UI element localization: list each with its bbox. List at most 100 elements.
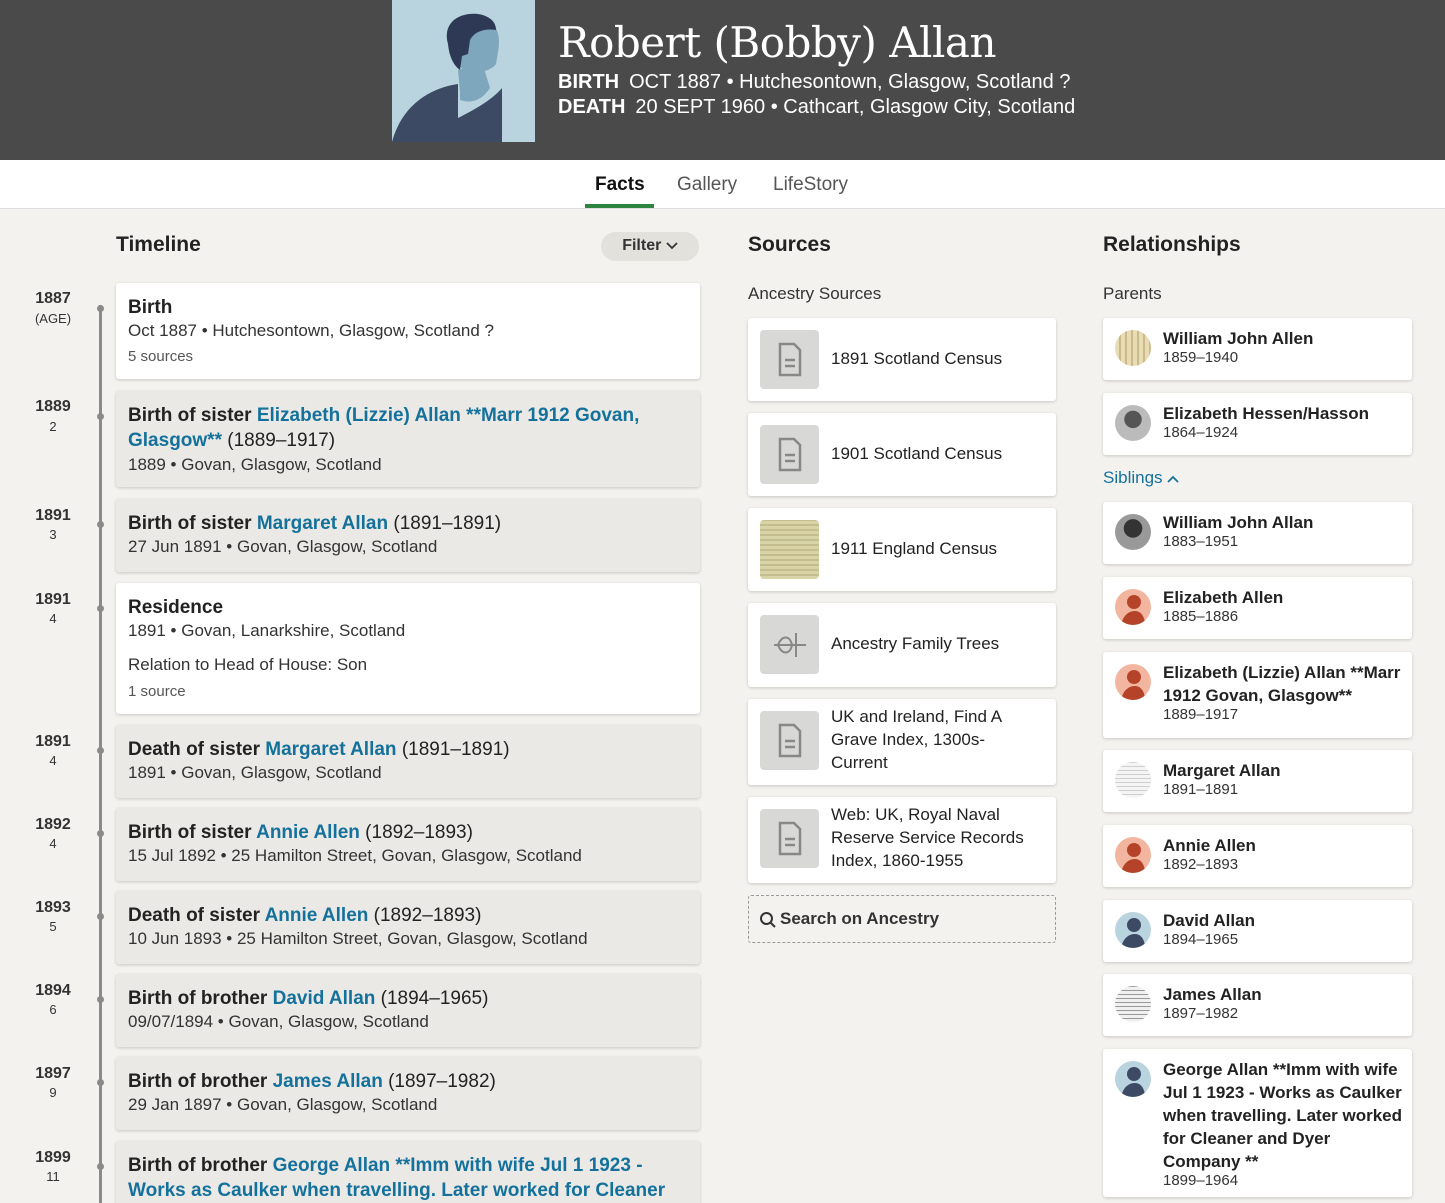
timeline-dot <box>97 1163 104 1170</box>
event-detail: 10 Jun 1893 • 25 Hamilton Street, Govan,… <box>128 929 588 948</box>
document-icon <box>760 809 819 868</box>
event-age: 5 <box>49 919 57 934</box>
relative-lifespan: (1889–1917) <box>221 430 336 451</box>
source-title: 1901 Scotland Census <box>831 444 1003 463</box>
timeline-dot <box>97 413 104 420</box>
source-card[interactable]: 1891 Scotland Census <box>748 318 1056 401</box>
relative-lifespan: (1891–1891) <box>388 513 502 534</box>
relative-dates: 1883–1951 <box>1163 533 1239 550</box>
event-type: Residence <box>128 597 224 618</box>
relative-card[interactable]: Elizabeth Hessen/Hasson 1864–1924 <box>1103 393 1412 455</box>
event-title: Birth of sister Margaret Allan (1891–189… <box>128 511 501 536</box>
relative-card[interactable]: George Allan **Imm with wife Jul 1 1923 … <box>1103 1049 1412 1197</box>
timeline-dot <box>97 521 104 528</box>
timeline-dot <box>97 996 104 1003</box>
relative-dates: 1859–1940 <box>1163 349 1239 366</box>
profile-portrait-avatar[interactable] <box>392 0 535 142</box>
event-detail: 15 Jul 1892 • 25 Hamilton Street, Govan,… <box>128 846 582 865</box>
relative-card[interactable]: Margaret Allan 1891–1891 <box>1103 750 1412 812</box>
profile-tabs: Facts Gallery LifeStory <box>0 160 1445 209</box>
event-title: Birth of brother David Allan (1894–1965) <box>128 986 488 1011</box>
relative-name: William John Allen <box>1163 329 1314 348</box>
event-year: 1899 <box>35 1149 71 1166</box>
death-value: 20 SEPT 1960 • Cathcart, Glasgow City, S… <box>635 96 1076 118</box>
event-source-count[interactable]: 1 source <box>128 683 186 700</box>
tab-lifestory[interactable]: LifeStory <box>773 174 848 196</box>
event-title: Death of sister Annie Allen (1892–1893) <box>128 903 481 928</box>
event-source-count[interactable]: 5 sources <box>128 348 193 365</box>
timeline-event-card[interactable]: Residence 1891 • Govan, Lanarkshire, Sco… <box>116 583 700 714</box>
relative-dates: 1897–1982 <box>1163 1005 1239 1022</box>
relative-lifespan: (1892–1893) <box>359 822 473 843</box>
relative-card[interactable]: Elizabeth (Lizzie) Allan **Marr 1912 Gov… <box>1103 652 1412 738</box>
event-age: 9 <box>49 1085 57 1100</box>
timeline-event-card[interactable]: Birth of sister Margaret Allan (1891–189… <box>116 499 700 572</box>
relative-link[interactable]: Annie Allen <box>256 822 360 843</box>
relative-lifespan: (1891–1891) <box>396 739 510 760</box>
source-card[interactable]: Web: UK, Royal Naval Reserve Service Rec… <box>748 797 1056 883</box>
timeline-event-card[interactable]: Birth of brother David Allan (1894–1965)… <box>116 974 700 1047</box>
relative-link[interactable]: Margaret Allan <box>265 739 396 760</box>
photo-document-avatar <box>1115 762 1151 798</box>
relative-card[interactable]: James Allan 1897–1982 <box>1103 974 1412 1036</box>
male-silhouette-icon <box>392 0 535 142</box>
chevron-down-icon <box>666 242 678 250</box>
event-type: Birth of sister <box>128 822 257 843</box>
leaf-icon <box>760 615 819 674</box>
tab-facts[interactable]: Facts <box>595 174 645 196</box>
event-detail: 1891 • Govan, Lanarkshire, Scotland <box>128 621 406 640</box>
relative-link[interactable]: David Allan <box>273 988 376 1009</box>
relative-card[interactable]: Elizabeth Allen 1885–1886 <box>1103 577 1412 639</box>
timeline-event-card[interactable]: Birth Oct 1887 • Hutchesontown, Glasgow,… <box>116 283 700 379</box>
source-title: Web: UK, Royal Naval Reserve Service Rec… <box>831 805 1024 870</box>
relative-card[interactable]: William John Allen 1859–1940 <box>1103 318 1412 380</box>
male-silhouette-avatar <box>1115 1061 1151 1097</box>
event-age: 3 <box>49 527 57 542</box>
relative-dates: 1889–1917 <box>1163 706 1239 723</box>
timeline-line <box>99 305 102 1203</box>
event-type: Birth of sister <box>128 513 257 534</box>
timeline-event-card[interactable]: Birth of sister Elizabeth (Lizzie) Allan… <box>116 391 700 487</box>
female-silhouette-avatar <box>1115 589 1151 625</box>
timeline-event-card[interactable]: Death of sister Margaret Allan (1891–189… <box>116 725 700 798</box>
event-detail: 27 Jun 1891 • Govan, Glasgow, Scotland <box>128 537 438 556</box>
relative-card[interactable]: William John Allan 1883–1951 <box>1103 502 1412 564</box>
tab-gallery[interactable]: Gallery <box>677 174 737 196</box>
relative-name: William John Allan <box>1163 513 1314 532</box>
timeline-event-card[interactable]: Birth of sister Annie Allen (1892–1893) … <box>116 808 700 881</box>
relative-lifespan: (1897–1982) <box>382 1071 496 1092</box>
relative-link[interactable]: James Allan <box>273 1071 383 1092</box>
relative-lifespan: (1892–1893) <box>368 905 482 926</box>
source-card[interactable]: Ancestry Family Trees <box>748 603 1056 687</box>
event-detail: 09/07/1894 • Govan, Glasgow, Scotland <box>128 1012 429 1031</box>
event-detail: 1889 • Govan, Glasgow, Scotland <box>128 455 382 474</box>
event-year: 1889 <box>35 398 71 415</box>
timeline-dot <box>97 1079 104 1086</box>
male-silhouette-avatar <box>1115 912 1151 948</box>
search-on-ancestry-button[interactable]: Search on Ancestry <box>748 895 1056 943</box>
event-year: 1891 <box>35 507 71 524</box>
profile-header: Robert (Bobby) Allan BIRTH OCT 1887 • Hut… <box>0 0 1445 160</box>
siblings-toggle[interactable]: Siblings <box>1103 468 1179 488</box>
relative-link[interactable]: Margaret Allan <box>257 513 388 534</box>
timeline-event-card[interactable]: Birth of brother George Allan **Imm with… <box>116 1141 700 1203</box>
timeline-title: Timeline <box>116 233 201 256</box>
relative-link[interactable]: Annie Allen <box>265 905 369 926</box>
source-title: 1911 England Census <box>831 539 998 558</box>
census-image-icon <box>760 520 819 579</box>
timeline-event-card[interactable]: Death of sister Annie Allen (1892–1893) … <box>116 891 700 964</box>
filter-button[interactable]: Filter <box>601 232 699 261</box>
timeline-event-card[interactable]: Birth of brother James Allan (1897–1982)… <box>116 1057 700 1130</box>
relative-card[interactable]: David Allan 1894–1965 <box>1103 900 1412 962</box>
photo-document-avatar <box>1115 330 1151 366</box>
female-silhouette-avatar <box>1115 664 1151 700</box>
relative-dates: 1891–1891 <box>1163 781 1239 798</box>
source-card[interactable]: 1911 England Census <box>748 508 1056 591</box>
source-card[interactable]: 1901 Scotland Census <box>748 413 1056 496</box>
event-year: 1897 <box>35 1065 71 1082</box>
relative-name: Margaret Allan <box>1163 761 1281 780</box>
relative-name: David Allan <box>1163 911 1255 930</box>
person-name: Robert (Bobby) Allan <box>558 18 997 67</box>
relative-card[interactable]: Annie Allen 1892–1893 <box>1103 825 1412 887</box>
source-card[interactable]: UK and Ireland, Find A Grave Index, 1300… <box>748 699 1056 785</box>
